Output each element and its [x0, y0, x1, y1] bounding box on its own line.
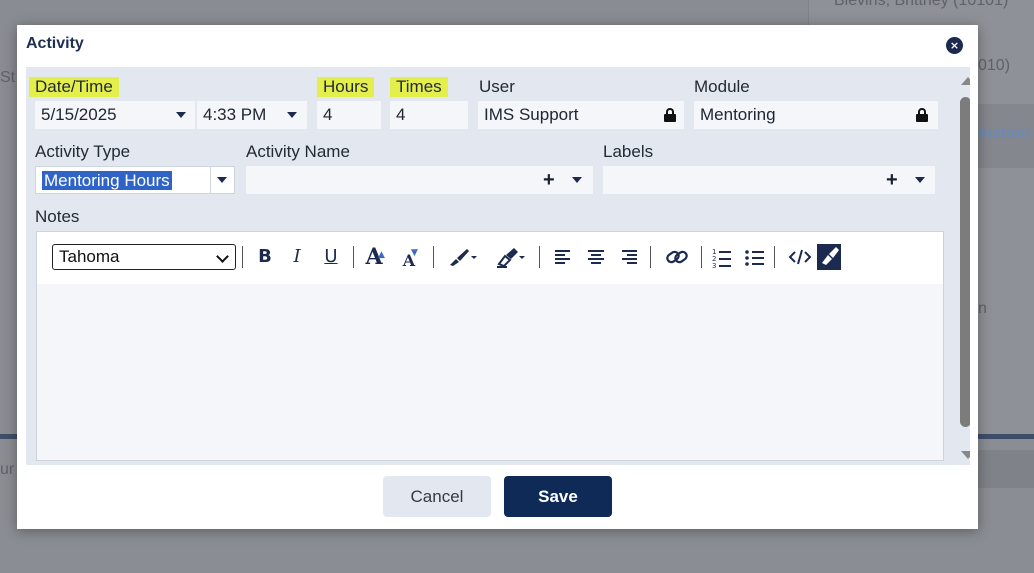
labels-dropdown-icon[interactable]	[915, 177, 925, 183]
add-label-icon[interactable]: +	[886, 170, 898, 190]
toolbar-divider	[774, 246, 775, 268]
labels-select[interactable]: +	[603, 166, 935, 194]
align-right-icon[interactable]	[619, 244, 639, 270]
module-label: Module	[694, 77, 750, 96]
add-activity-name-icon[interactable]: +	[543, 170, 555, 190]
time-field[interactable]: 4:33 PM	[197, 101, 307, 129]
select-divider	[210, 167, 211, 193]
time-value: 4:33 PM	[203, 105, 267, 124]
activity-type-value: Mentoring Hours	[42, 171, 172, 190]
notes-label: Notes	[35, 207, 80, 226]
activity-name-dropdown-icon[interactable]	[572, 177, 582, 183]
font-family-select[interactable]: Tahoma	[52, 244, 236, 270]
labels-label: Labels	[603, 142, 654, 161]
text-color-icon[interactable]	[447, 244, 479, 270]
align-center-icon[interactable]	[586, 244, 606, 270]
font-family-value: Tahoma	[59, 247, 120, 266]
unordered-list-icon[interactable]	[744, 244, 766, 270]
background-left-fragment: St	[0, 69, 16, 86]
user-field: IMS Support	[478, 101, 684, 129]
code-view-icon[interactable]	[788, 244, 812, 270]
activity-type-dropdown-icon[interactable]	[217, 177, 227, 183]
dialog-title: Activity	[26, 35, 84, 52]
toolbar-divider	[539, 246, 540, 268]
save-button[interactable]: Save	[504, 476, 612, 517]
highlight-color-icon[interactable]	[495, 244, 527, 270]
svg-text:3: 3	[712, 262, 716, 270]
background-bottom-panel	[978, 450, 1034, 488]
close-button[interactable]: ×	[946, 37, 963, 54]
toolbar-divider	[242, 246, 243, 268]
hours-input[interactable]: 4	[317, 101, 381, 129]
toolbar-divider	[433, 246, 434, 268]
editor-toolbar: Tahoma B I U A ▲ A ▼ 1 2 3	[37, 232, 943, 284]
date-dropdown-icon[interactable]	[176, 112, 186, 118]
background-section-heading: mation	[978, 125, 1031, 142]
align-left-icon[interactable]	[553, 244, 573, 270]
chevron-down-icon	[216, 250, 229, 263]
toolbar-divider	[701, 246, 702, 268]
clear-format-icon[interactable]	[817, 244, 841, 270]
activity-dialog: Activity × Date/Time Hours Times User Mo…	[17, 25, 978, 529]
activity-name-label: Activity Name	[246, 142, 350, 161]
dialog-body: Date/Time Hours Times User Module 5/15/2…	[26, 67, 970, 465]
activity-name-select[interactable]: +	[246, 166, 593, 194]
font-size-increase-icon[interactable]: A ▲	[362, 244, 386, 270]
user-label: User	[479, 77, 515, 96]
module-value: Mentoring	[700, 105, 776, 124]
user-value: IMS Support	[484, 105, 579, 124]
background-bottom-fragment: ur	[0, 461, 15, 478]
cancel-button[interactable]: Cancel	[383, 476, 491, 517]
background-text-fragment: n	[978, 300, 987, 317]
lock-icon	[664, 108, 676, 122]
date-time-label: Date/Time	[29, 77, 119, 97]
font-size-decrease-icon[interactable]: A ▼	[397, 248, 421, 274]
scroll-down-icon[interactable]	[961, 451, 970, 459]
notes-editor[interactable]: Tahoma B I U A ▲ A ▼ 1 2 3	[36, 231, 944, 461]
editor-content-area[interactable]	[37, 284, 943, 460]
background-student-name: Blevins, Brittney (10101)	[834, 0, 1009, 9]
bold-icon[interactable]: B	[255, 244, 275, 270]
time-dropdown-icon[interactable]	[287, 112, 297, 118]
module-field: Mentoring	[694, 101, 938, 129]
activity-type-select[interactable]: Mentoring Hours	[35, 166, 235, 194]
date-value: 5/15/2025	[41, 105, 117, 124]
toolbar-divider	[353, 246, 354, 268]
hours-label: Hours	[317, 77, 375, 97]
scroll-up-icon[interactable]	[961, 77, 970, 85]
scrollbar-thumb[interactable]	[960, 97, 970, 427]
italic-icon[interactable]: I	[287, 244, 307, 270]
date-field[interactable]: 5/15/2025	[35, 101, 195, 129]
background-student-code: 010)	[978, 57, 1011, 74]
link-icon[interactable]	[664, 244, 690, 270]
toolbar-divider	[650, 246, 651, 268]
lock-icon	[916, 108, 928, 122]
underline-icon[interactable]: U	[321, 244, 341, 270]
ordered-list-icon[interactable]: 123	[711, 244, 733, 270]
activity-type-label: Activity Type	[35, 142, 131, 161]
times-label: Times	[390, 77, 448, 97]
times-input[interactable]: 4	[390, 101, 468, 129]
